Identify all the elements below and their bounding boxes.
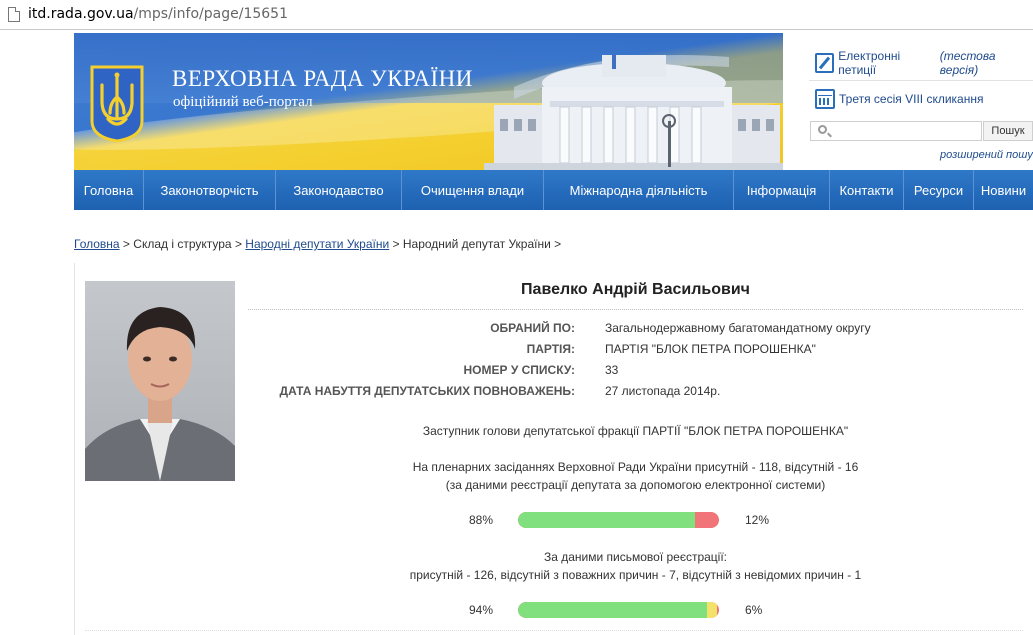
site-subtitle: офіційний веб-портал — [173, 94, 313, 110]
site-title[interactable]: ВЕРХОВНА РАДА УКРАЇНИ — [172, 66, 473, 92]
nav-item-resources[interactable]: Ресурси — [904, 170, 974, 210]
breadcrumb-sep: > — [550, 237, 562, 251]
absent-percent: 6% — [745, 603, 763, 617]
present-percent: 88% — [469, 513, 494, 527]
info-row-elected: ОБРАНИЙ ПО: Загальнодержавному багатоман… — [248, 321, 1023, 337]
info-label: ПАРТІЯ: — [526, 342, 575, 356]
info-value: ПАРТІЯ "БЛОК ПЕТРА ПОРОШЕНКА" — [605, 342, 816, 356]
advanced-search-link[interactable]: розширений пошук — [940, 149, 1033, 161]
e-petitions-link[interactable]: Електронні петиції (тестова версія) — [815, 49, 1033, 77]
info-value: 33 — [605, 363, 619, 377]
nav-item-information[interactable]: Інформація — [734, 170, 830, 210]
side-divider — [809, 80, 1033, 81]
present-fill — [518, 512, 695, 528]
parliament-building-icon — [484, 53, 783, 170]
excused-fill — [706, 602, 717, 618]
address-bar[interactable]: itd.rada.gov.ua/mps/info/page/15651 — [0, 0, 1033, 30]
plenary-attendance: На пленарних засіданнях Верховної Ради У… — [412, 460, 859, 474]
plenary-note: (за даними реєстрації депутата за допомо… — [445, 478, 826, 492]
search-box[interactable] — [810, 121, 982, 141]
info-value: 27 листопада 2014р. — [605, 384, 721, 398]
breadcrumb-home[interactable]: Головна — [74, 237, 120, 251]
nav-item-home[interactable]: Головна — [74, 170, 144, 210]
info-label: НОМЕР У СПИСКУ: — [463, 363, 575, 377]
url-path: /mps/info/page/15651 — [133, 6, 288, 22]
breadcrumb-sep: > — [389, 237, 403, 251]
info-row-list-number: НОМЕР У СПИСКУ: 33 — [248, 363, 1023, 379]
info-label: ОБРАНИЙ ПО: — [490, 321, 575, 335]
e-petitions-note: (тестова версія) — [939, 49, 996, 77]
nav-item-international[interactable]: Міжнародна діяльність — [544, 170, 734, 210]
session-label: Третя сесія VIII скликання — [839, 92, 984, 106]
breadcrumb-deputies[interactable]: Народні депутати України — [245, 237, 389, 251]
mp-name: Павелко Андрій Васильович — [521, 281, 750, 298]
e-petitions-label: Електронні петиції — [838, 49, 901, 77]
page-icon — [8, 7, 20, 22]
present-fill — [518, 602, 707, 618]
header-banner: ВЕРХОВНА РАДА УКРАЇНИ офіційний веб-порт… — [74, 33, 783, 170]
mp-photo — [85, 281, 235, 481]
info-label: ДАТА НАБУТТЯ ДЕПУТАТСЬКИХ ПОВНОВАЖЕНЬ: — [279, 384, 575, 398]
breadcrumb-sep: > — [231, 237, 246, 251]
search-input[interactable] — [833, 123, 978, 139]
info-value: Загальнодержавному багатомандатному окру… — [605, 321, 871, 335]
present-percent: 94% — [469, 603, 494, 617]
calendar-icon — [815, 89, 835, 109]
written-attendance-bar: 94% 6% — [248, 602, 1023, 620]
url-text[interactable]: itd.rada.gov.ua/mps/info/page/15651 — [28, 6, 288, 22]
edit-icon — [815, 53, 835, 73]
nav-item-lawmaking[interactable]: Законотворчість — [144, 170, 276, 210]
absent-percent: 12% — [745, 513, 770, 527]
trident-icon[interactable] — [88, 63, 146, 143]
main-nav: Головна Законотворчість Законодавство Оч… — [74, 170, 1033, 210]
attendance-track — [518, 512, 719, 528]
breadcrumb: Головна > Склад і структура > Народні де… — [74, 237, 561, 251]
electronic-attendance-bar: 88% 12% — [248, 512, 1023, 530]
search-button[interactable]: Пошук — [983, 121, 1033, 141]
mp-photo-image — [85, 281, 235, 481]
url-host: itd.rada.gov.ua — [28, 6, 134, 22]
info-row-mandate-date: ДАТА НАБУТТЯ ДЕПУТАТСЬКИХ ПОВНОВАЖЕНЬ: 2… — [248, 384, 1023, 400]
bottom-divider — [85, 630, 1023, 631]
written-registration-title: За даними письмової реєстрації: — [543, 550, 728, 564]
name-divider — [248, 309, 1023, 310]
written-registration-details: присутній - 126, відсутній з поважних пр… — [409, 568, 862, 582]
mp-position: Заступник голови депутатської фракції ПА… — [422, 424, 849, 438]
nav-item-news[interactable]: Новини — [974, 170, 1033, 210]
nav-item-contacts[interactable]: Контакти — [830, 170, 904, 210]
content-border — [74, 263, 75, 635]
nav-item-lustration[interactable]: Очищення влади — [402, 170, 544, 210]
breadcrumb-sep: > — [119, 237, 134, 251]
session-link[interactable]: Третя сесія VIII скликання — [815, 88, 983, 110]
nav-item-legislation[interactable]: Законодавство — [276, 170, 402, 210]
search-icon — [818, 125, 827, 134]
info-row-party: ПАРТІЯ: ПАРТІЯ "БЛОК ПЕТРА ПОРОШЕНКА" — [248, 342, 1023, 358]
breadcrumb-current: Народний депутат України — [402, 237, 551, 251]
breadcrumb-structure: Склад і структура — [133, 237, 232, 251]
attendance-track — [518, 602, 719, 618]
